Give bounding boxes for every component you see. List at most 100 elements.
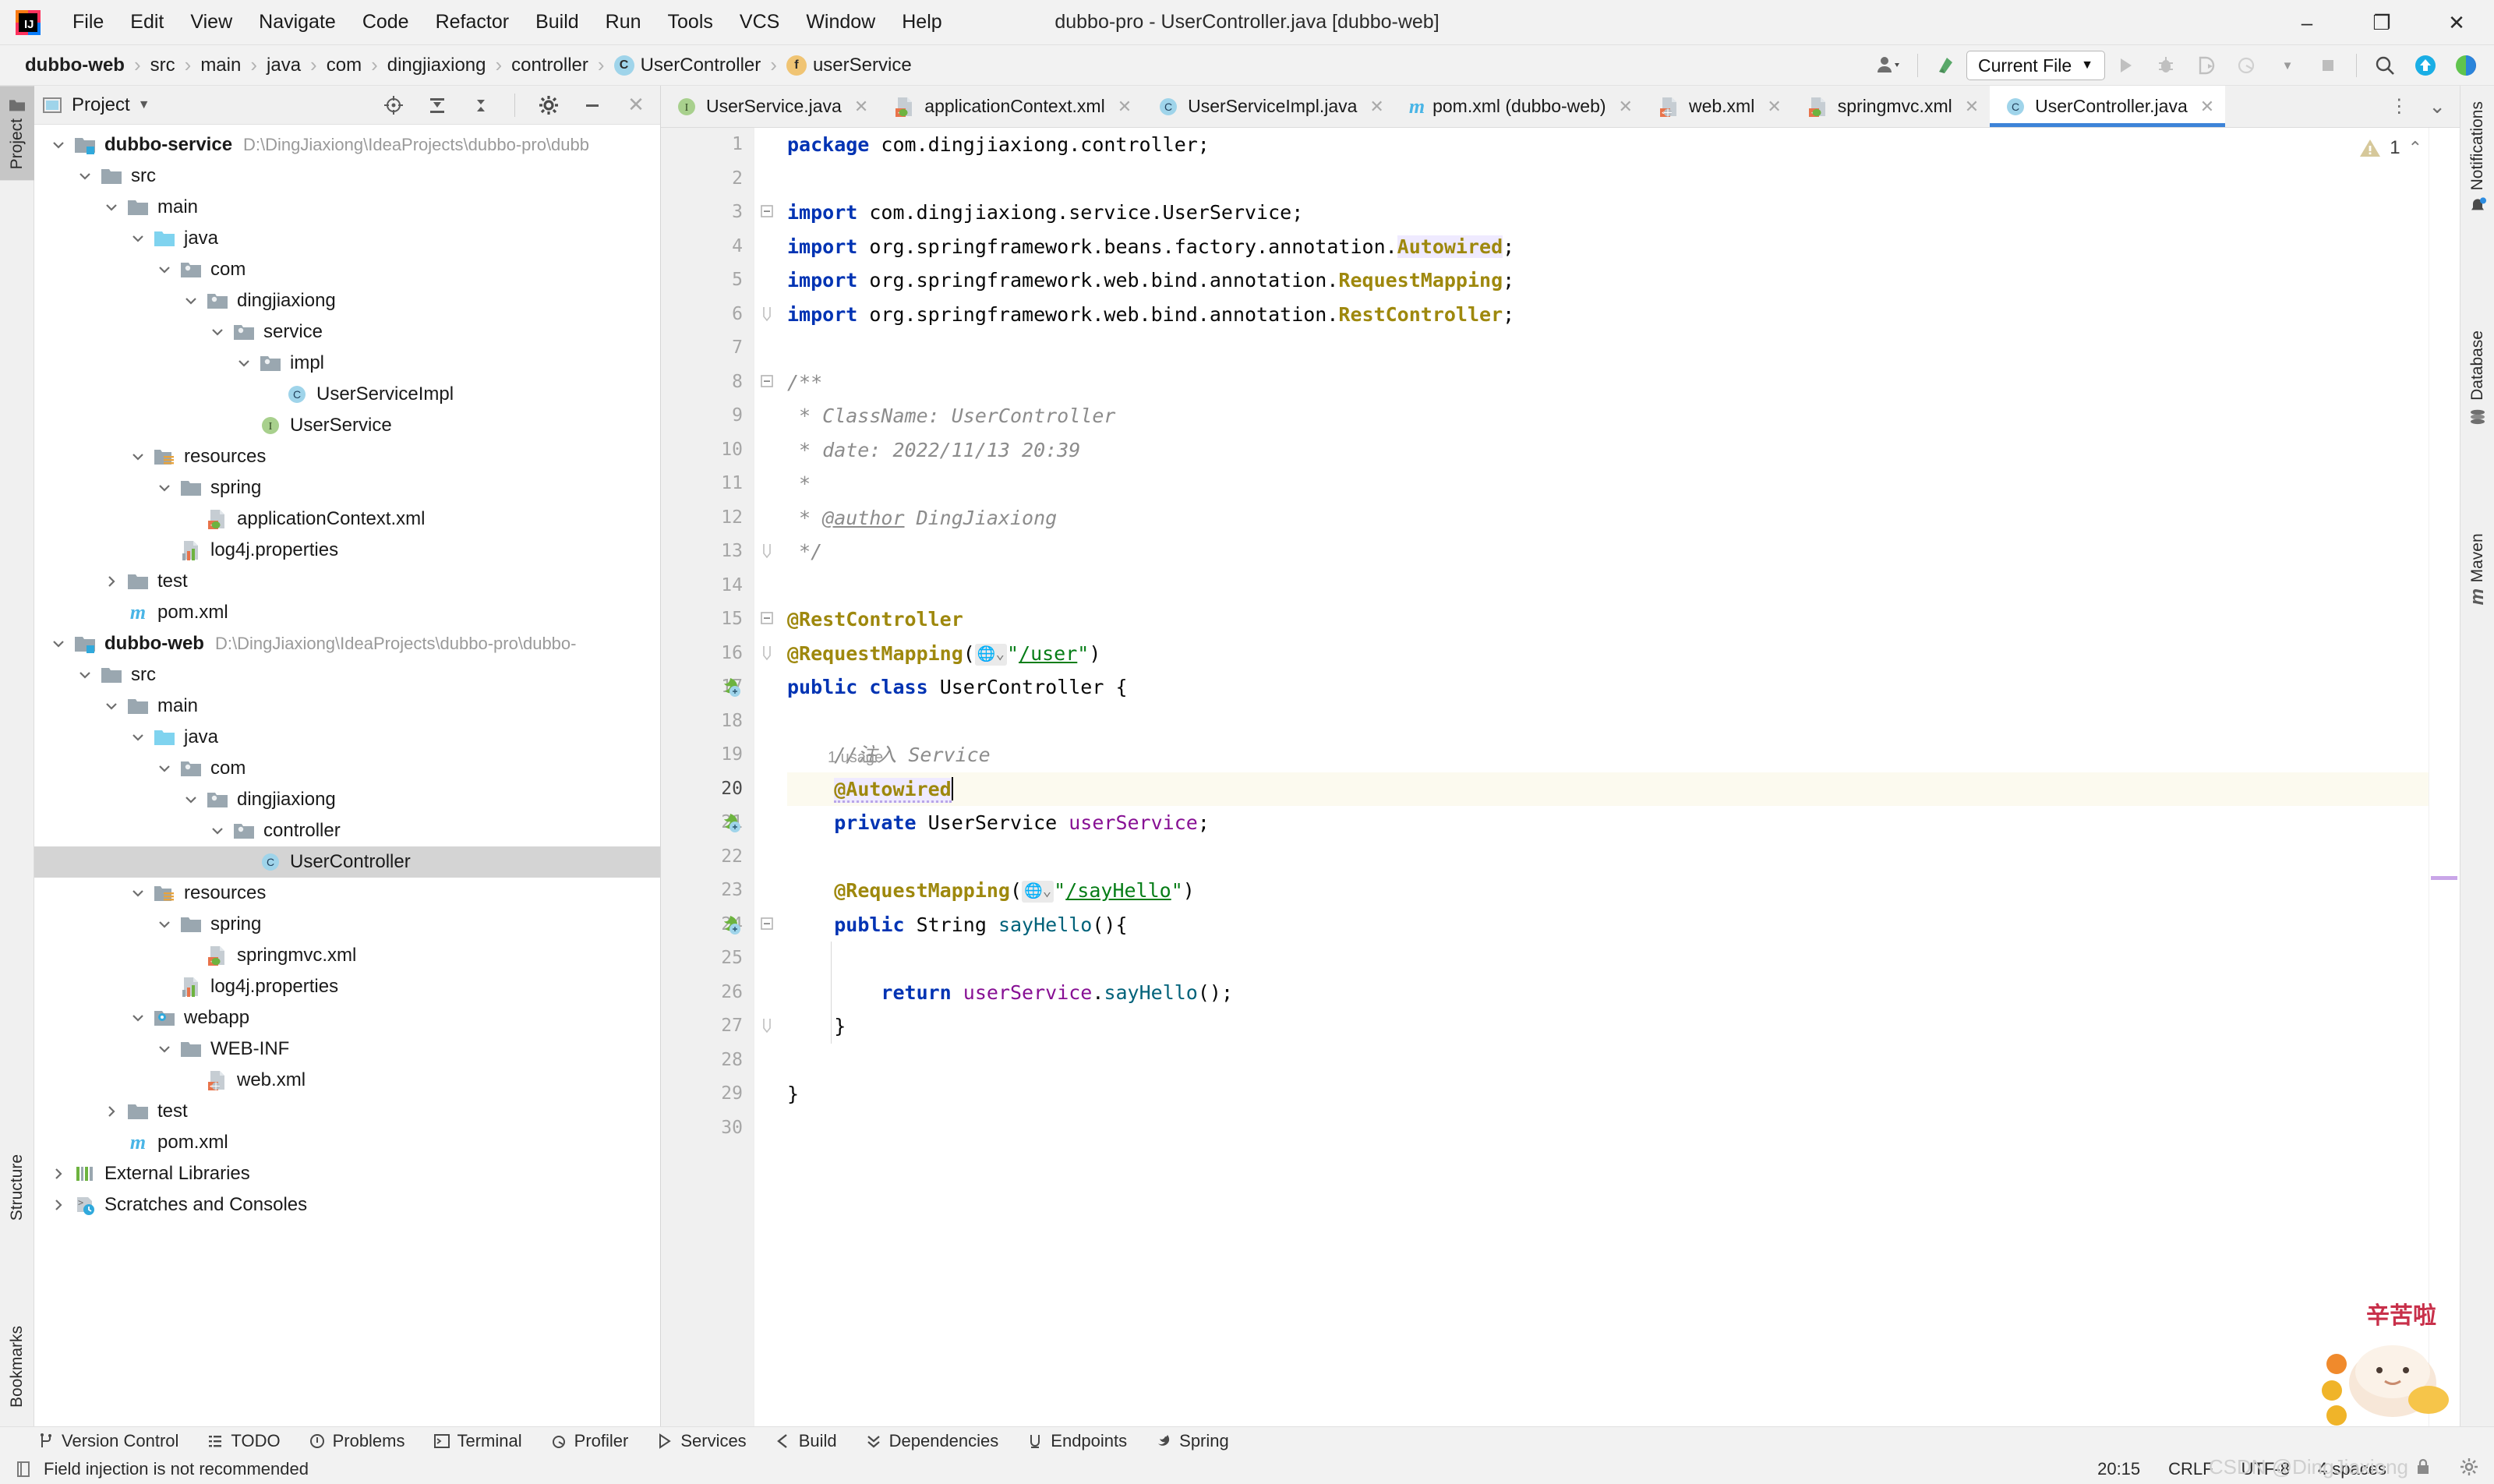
menu-run[interactable]: Run [592, 6, 655, 38]
web-mapping-icon[interactable]: 🌐⌄ [974, 643, 1007, 666]
chevron-down-icon[interactable] [151, 909, 178, 940]
chevron-down-icon[interactable] [151, 1034, 178, 1065]
code-line-19[interactable]: //注入 Service [787, 738, 2429, 772]
fold-collapse-icon[interactable] [759, 373, 776, 394]
fold-region-end-icon[interactable] [759, 542, 776, 564]
breadcrumb-item-dingjiaxiong[interactable]: dingjiaxiong [380, 53, 494, 78]
chevron-down-icon[interactable] [45, 628, 72, 659]
code-line-17[interactable]: public class UserController { [787, 670, 2429, 705]
tree-node-web-xml[interactable]: < web.xml [34, 1065, 660, 1096]
menu-navigate[interactable]: Navigate [246, 6, 349, 38]
editor-gutter[interactable]: 1234567891011121314151617181920212223242… [661, 128, 754, 1426]
menu-vcs[interactable]: VCS [726, 6, 793, 38]
tree-node-dubbo-service[interactable]: dubbo-service D:\DingJiaxiong\IdeaProject… [34, 129, 660, 161]
menu-file[interactable]: File [59, 6, 117, 38]
tree-node-log4j-properties[interactable]: log4j.properties [34, 535, 660, 566]
hide-icon[interactable] [574, 88, 610, 122]
code-line-28[interactable] [787, 1044, 2429, 1078]
tree-node-controller[interactable]: controller [34, 815, 660, 846]
code-line-26[interactable]: return userService.sayHello(); [787, 976, 2429, 1010]
tree-node-main[interactable]: main [34, 192, 660, 223]
menu-build[interactable]: Build [522, 6, 592, 38]
file-encoding[interactable]: UTF-8 [2241, 1459, 2290, 1479]
close-button[interactable]: ✕ [2419, 0, 2494, 45]
settings-gear-icon[interactable] [531, 88, 567, 122]
tree-node-test[interactable]: test [34, 566, 660, 597]
tree-node-dingjiaxiong[interactable]: dingjiaxiong [34, 784, 660, 815]
tree-node-resources[interactable]: resources [34, 441, 660, 472]
fold-column[interactable] [754, 128, 782, 1426]
breadcrumb-item-module[interactable]: dubbo-web [17, 53, 132, 78]
tool-window-button-terminal[interactable]: Terminal [419, 1431, 536, 1451]
chevron-down-icon[interactable] [151, 472, 178, 504]
close-tab-icon[interactable]: ✕ [1965, 97, 1979, 117]
tree-node-usercontroller[interactable]: C UserController [34, 846, 660, 878]
chevron-down-icon[interactable] [125, 441, 151, 472]
menu-bar[interactable]: File Edit View Navigate Code Refactor Bu… [59, 6, 956, 38]
code-line-13[interactable]: */ [787, 535, 2429, 569]
code-line-6[interactable]: import org.springframework.web.bind.anno… [787, 298, 2429, 332]
stop-icon[interactable] [2308, 45, 2348, 86]
editor-tab-applicationcontext-xml[interactable]: < applicationContext.xml ✕ [879, 86, 1143, 127]
code-line-7[interactable] [787, 331, 2429, 366]
chevron-down-icon[interactable] [204, 316, 231, 348]
fold-collapse-icon[interactable] [759, 610, 776, 631]
chevron-down-icon[interactable] [72, 659, 98, 691]
profile-icon[interactable] [2227, 45, 2267, 86]
menu-view[interactable]: View [177, 6, 246, 38]
breadcrumb-item-src[interactable]: src [143, 53, 183, 78]
ide-eye-icon[interactable] [2446, 45, 2486, 86]
editor-tab-usercontroller-java[interactable]: C UserController.java ✕ [1990, 86, 2226, 127]
editor-tab-userserviceimpl-java[interactable]: C UserServiceImpl.java ✕ [1143, 86, 1395, 127]
run-icon[interactable] [2105, 45, 2146, 86]
debug-icon[interactable] [2146, 45, 2186, 86]
tree-node-src[interactable]: src [34, 161, 660, 192]
ide-settings-gear-icon[interactable] [2460, 1458, 2478, 1481]
sidebar-item-notifications[interactable]: Notifications [2460, 90, 2494, 228]
tree-node-spring[interactable]: spring [34, 909, 660, 940]
code-line-8[interactable]: /** [787, 366, 2429, 400]
menu-tools[interactable]: Tools [655, 6, 726, 38]
chevron-right-icon[interactable] [98, 1096, 125, 1127]
tree-node-com[interactable]: com [34, 753, 660, 784]
editor-tab-userservice-java[interactable]: I UserService.java ✕ [661, 86, 879, 127]
chevron-down-icon[interactable] [125, 878, 151, 909]
code-line-27[interactable]: } [787, 1009, 2429, 1044]
code-line-20[interactable]: @Autowired [787, 772, 2429, 806]
editor-tab-web-xml[interactable]: < web.xml ✕ [1644, 86, 1793, 127]
code-line-30[interactable] [787, 1111, 2429, 1146]
menu-window[interactable]: Window [793, 6, 888, 38]
update-project-icon[interactable] [2405, 45, 2446, 86]
chevron-right-icon[interactable] [98, 566, 125, 597]
code-line-11[interactable]: * [787, 467, 2429, 501]
minimize-button[interactable]: – [2270, 0, 2344, 45]
code-line-10[interactable]: * date: 2022/11/13 20:39 [787, 433, 2429, 468]
chevron-right-icon[interactable] [45, 1189, 72, 1221]
sidebar-item-maven[interactable]: m Maven [2460, 522, 2494, 616]
tree-node-dubbo-web[interactable]: dubbo-web D:\DingJiaxiong\IdeaProjects\du… [34, 628, 660, 659]
breadcrumb-item-class[interactable]: C UserController [606, 53, 769, 78]
code-line-12[interactable]: * @author DingJiaxiong [787, 501, 2429, 535]
lock-icon[interactable] [2415, 1458, 2432, 1481]
chevron-down-icon[interactable] [178, 285, 204, 316]
chevron-down-icon[interactable] [204, 815, 231, 846]
search-everywhere-icon[interactable] [2365, 45, 2405, 86]
sidebar-item-structure[interactable]: Structure [0, 1143, 34, 1231]
tree-node-pom-xml[interactable]: m pom.xml [34, 1127, 660, 1158]
tree-node-applicationcontext-xml[interactable]: < applicationContext.xml [34, 504, 660, 535]
tab-list-chevron-icon[interactable]: ⌄ [2421, 94, 2453, 118]
menu-edit[interactable]: Edit [117, 6, 177, 38]
code-line-9[interactable]: * ClassName: UserController [787, 399, 2429, 433]
tool-window-button-profiler[interactable]: Profiler [536, 1431, 643, 1451]
line-separator[interactable]: CRLF [2168, 1459, 2213, 1479]
tree-node-springmvc-xml[interactable]: < springmvc.xml [34, 940, 660, 971]
close-icon[interactable]: ✕ [618, 88, 654, 122]
spring-autowire-icon[interactable] [719, 811, 744, 836]
close-tab-icon[interactable]: ✕ [1767, 97, 1781, 117]
user-settings-icon[interactable] [1869, 45, 1909, 86]
spring-bean-icon[interactable] [719, 675, 744, 700]
tree-node-test[interactable]: test [34, 1096, 660, 1127]
code-line-3[interactable]: import com.dingjiaxiong.service.UserServ… [787, 196, 2429, 230]
code-line-15[interactable]: @RestController [787, 602, 2429, 637]
chevron-down-icon[interactable] [125, 722, 151, 753]
